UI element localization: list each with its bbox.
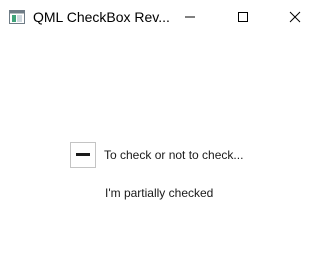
minimize-button[interactable] (167, 0, 213, 34)
checkbox-indicator[interactable] (70, 142, 96, 168)
close-icon (289, 11, 301, 23)
dash-icon (76, 153, 90, 156)
window-title: QML CheckBox Rev... (33, 9, 170, 25)
close-button[interactable] (272, 0, 318, 34)
window-content: To check or not to check... I'm partiall… (0, 34, 322, 276)
app-window: QML CheckBox Rev... To check or not to c… (0, 0, 322, 276)
title-bar[interactable]: QML CheckBox Rev... (0, 0, 322, 34)
checkbox-label[interactable]: To check or not to check... (104, 147, 243, 163)
app-window-icon[interactable] (9, 10, 25, 24)
minimize-icon (185, 16, 195, 18)
status-text: I'm partially checked (105, 186, 214, 200)
maximize-button[interactable] (220, 0, 266, 34)
maximize-icon (238, 12, 248, 22)
